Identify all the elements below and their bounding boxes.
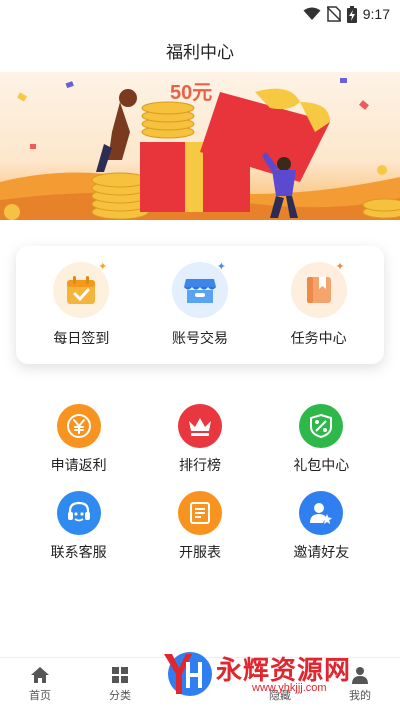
grid-category-icon xyxy=(112,667,128,683)
yuan-coin-icon xyxy=(56,404,101,448)
quick-action-account-trade[interactable]: ✦ 账号交易 xyxy=(145,260,255,348)
tab-home[interactable]: 首页 xyxy=(5,666,75,703)
watermark-url: www.yhkjjj.com xyxy=(252,682,327,694)
grid-item-gift-center[interactable]: 礼包中心 xyxy=(266,404,376,475)
grid-label: 联系客服 xyxy=(50,545,107,561)
quick-icon-bg: ✦ xyxy=(290,260,347,318)
quick-action-daily-checkin[interactable]: ✦ 每日签到 xyxy=(26,260,136,348)
crown-icon xyxy=(177,404,222,448)
wifi-icon xyxy=(303,7,321,20)
sparkle-icon: ✦ xyxy=(216,260,226,273)
header: 福利中心 xyxy=(0,28,400,72)
quick-label: 账号交易 xyxy=(171,331,228,347)
tab-label: 首页 xyxy=(29,689,51,702)
grid-label: 邀请好友 xyxy=(293,545,350,561)
grid-label: 申请返利 xyxy=(50,458,107,474)
quick-label: 任务中心 xyxy=(290,331,347,347)
quick-icon-bg: ✦ xyxy=(53,260,110,318)
grid-label: 排行榜 xyxy=(178,458,221,474)
sparkle-icon: ✦ xyxy=(98,260,108,273)
shop-icon xyxy=(183,279,216,303)
headset-icon xyxy=(56,491,101,535)
quick-actions-card: ✦ 每日签到 ✦ 账号交易 ✦ 任务中心 xyxy=(16,246,384,364)
list-icon xyxy=(177,491,222,535)
banner-amount-text: 50元 xyxy=(170,82,213,104)
grid-label: 开服表 xyxy=(178,545,221,561)
grid-row: 联系客服 开服表 邀请好友 xyxy=(0,491,400,562)
status-bar: 9:17 xyxy=(0,0,400,28)
user-star-icon xyxy=(299,491,344,535)
feature-grid: 申请返利 排行榜 礼包中心 联系客服 开服表 邀请好友 xyxy=(0,404,400,578)
coupon-percent-icon xyxy=(299,404,344,448)
calendar-check-icon xyxy=(67,276,96,304)
promo-banner[interactable]: 50元 xyxy=(0,72,400,220)
tab-label: 分类 xyxy=(109,689,131,702)
home-icon xyxy=(31,667,49,683)
page-title: 福利中心 xyxy=(166,42,234,63)
watermark: 永辉资源网 www.yhkjjj.com xyxy=(160,648,392,700)
sparkle-icon: ✦ xyxy=(335,260,345,273)
grid-item-server-schedule[interactable]: 开服表 xyxy=(145,491,255,562)
grid-item-customer-service[interactable]: 联系客服 xyxy=(24,491,134,562)
tab-category[interactable]: 分类 xyxy=(85,666,155,703)
grid-item-rebate[interactable]: 申请返利 xyxy=(24,404,134,475)
battery-charging-icon xyxy=(346,5,357,23)
no-sim-icon xyxy=(326,6,341,22)
quick-label: 每日签到 xyxy=(53,331,110,347)
bookmark-book-icon xyxy=(306,277,331,303)
grid-row: 申请返利 排行榜 礼包中心 xyxy=(0,404,400,475)
watermark-logo-icon xyxy=(164,652,212,696)
grid-item-ranking[interactable]: 排行榜 xyxy=(145,404,255,475)
status-time: 9:17 xyxy=(362,6,390,22)
status-icons: 9:17 xyxy=(303,4,390,24)
grid-item-invite-friends[interactable]: 邀请好友 xyxy=(266,491,376,562)
quick-action-task-center[interactable]: ✦ 任务中心 xyxy=(264,260,374,348)
grid-label: 礼包中心 xyxy=(293,458,350,474)
quick-icon-bg: ✦ xyxy=(171,260,228,318)
